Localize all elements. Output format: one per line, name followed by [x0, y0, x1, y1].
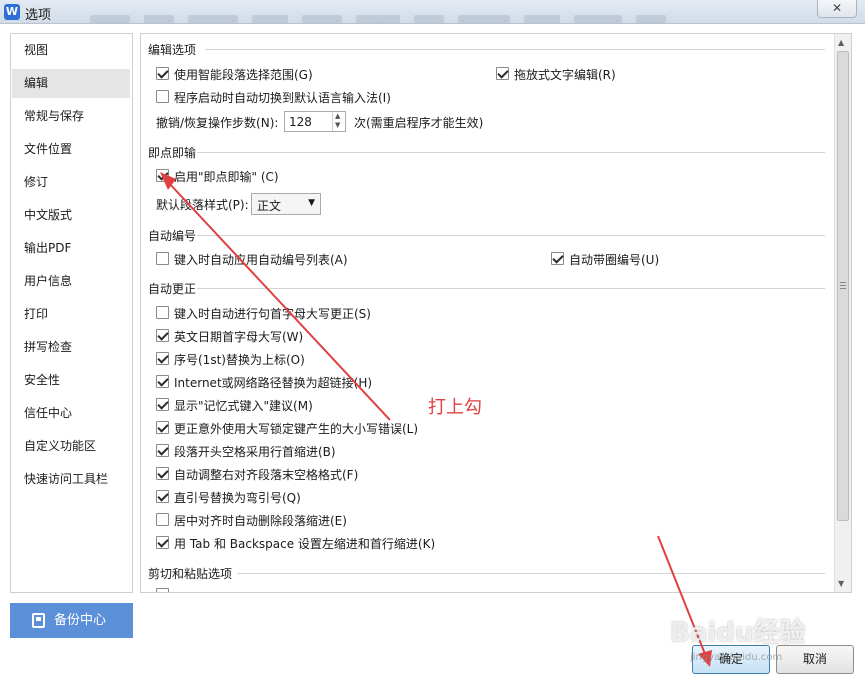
nav-item-chinese-layout[interactable]: 中文版式 — [12, 201, 130, 230]
circle-number-checkbox[interactable] — [551, 252, 564, 265]
autocorrect-checkbox-capitalize[interactable] — [156, 306, 169, 319]
autocorrect-label: 显示"记忆式键入"建议(M) — [174, 399, 313, 413]
chevron-down-icon[interactable]: ▼ — [335, 122, 340, 129]
nav-item-quick-access-toolbar[interactable]: 快速访问工具栏 — [12, 465, 130, 494]
autocorrect-label: 英文日期首字母大写(W) — [174, 330, 304, 344]
auto-ime-label: 程序启动时自动切换到默认语言输入法(I) — [174, 91, 391, 105]
section-title-click-and-type: 即点即输 — [148, 146, 197, 160]
undo-steps-label: 撤销/恢复操作步数(N): — [156, 116, 279, 130]
annotation-text: 打上勾 — [428, 397, 482, 418]
drag-drop-label: 拖放式文字编辑(R) — [514, 68, 616, 82]
nav-item-security[interactable]: 安全性 — [12, 366, 130, 395]
autocorrect-checkbox-tab[interactable] — [156, 536, 169, 549]
autocorrect-checkbox-indent[interactable] — [156, 444, 169, 457]
backup-center-label: 备份中心 — [54, 613, 107, 628]
autocorrect-label: 更正意外使用大写锁定键产生的大小写错误(L) — [174, 422, 419, 436]
title-bar: W 选项 ✕ — [0, 0, 865, 24]
grip-line — [840, 288, 846, 289]
undo-steps-suffix: 次(需重启程序才能生效) — [354, 116, 484, 130]
nav-item-export-pdf[interactable]: 输出PDF — [12, 234, 130, 263]
paste-option-checkbox[interactable] — [156, 588, 169, 592]
autocorrect-label: 自动调整右对齐段落末空格格式(F) — [174, 468, 359, 482]
edit-options-panel: 编辑选项 使用智能段落选择范围(G) 拖放式文字编辑(R) 程序启动时自动切换到… — [140, 33, 852, 593]
chevron-up-icon[interactable]: ▲ — [335, 113, 340, 120]
autocorrect-label: 居中对齐时自动删除段落缩进(E) — [174, 514, 347, 528]
nav-item-trust-center[interactable]: 信任中心 — [12, 399, 130, 428]
auto-ime-checkbox[interactable] — [156, 90, 169, 103]
undo-steps-stepper[interactable]: 128 ▲ ▼ — [284, 111, 346, 132]
nav-item-revision[interactable]: 修订 — [12, 168, 130, 197]
click-and-type-checkbox[interactable] — [156, 169, 169, 182]
autocorrect-label: 段落开头空格采用行首缩进(B) — [174, 445, 336, 459]
smart-select-label: 使用智能段落选择范围(G) — [174, 68, 313, 82]
nav-item-customize-ribbon[interactable]: 自定义功能区 — [12, 432, 130, 461]
vertical-scrollbar[interactable]: ▲ ▼ — [834, 34, 851, 592]
nav-item-general-save[interactable]: 常规与保存 — [12, 102, 130, 131]
nav-item-print[interactable]: 打印 — [12, 300, 130, 329]
section-divider — [237, 573, 825, 574]
section-title-cut-paste: 剪切和粘贴选项 — [148, 567, 233, 581]
watermark-logo: Baidu经验 — [670, 618, 806, 648]
wps-logo-icon: W — [4, 4, 20, 20]
autocorrect-checkbox-date[interactable] — [156, 329, 169, 342]
auto-list-label: 键入时自动应用自动编号列表(A) — [174, 253, 348, 267]
autocorrect-label: 直引号替换为弯引号(Q) — [174, 491, 301, 505]
autocorrect-label: 序号(1st)替换为上标(O) — [174, 353, 305, 367]
default-style-label: 默认段落样式(P): — [156, 198, 249, 212]
autocorrect-checkbox-quotes[interactable] — [156, 490, 169, 503]
close-icon: ✕ — [831, 1, 843, 15]
window-title: 选项 — [25, 8, 52, 23]
autocorrect-checkbox-ordinal[interactable] — [156, 352, 169, 365]
dropdown-arrow-icon: ▼ — [308, 198, 315, 208]
backup-center-button[interactable]: 备份中心 — [10, 603, 133, 638]
scrollbar-thumb[interactable] — [837, 51, 849, 521]
undo-steps-value: 128 — [289, 115, 312, 129]
autocorrect-checkbox-autocomplete[interactable] — [156, 398, 169, 411]
nav-item-file-location[interactable]: 文件位置 — [12, 135, 130, 164]
nav-item-user-info[interactable]: 用户信息 — [12, 267, 130, 296]
autocorrect-checkbox-capslock[interactable] — [156, 421, 169, 434]
click-and-type-label: 启用"即点即输" (C) — [174, 170, 279, 184]
autocorrect-checkbox-right-align[interactable] — [156, 467, 169, 480]
section-title-autocorrect: 自动更正 — [148, 282, 197, 296]
scroll-down-icon[interactable]: ▼ — [838, 579, 844, 588]
scroll-up-icon[interactable]: ▲ — [838, 38, 844, 47]
drag-drop-checkbox[interactable] — [496, 67, 509, 80]
section-title-edit-options: 编辑选项 — [148, 43, 197, 57]
autocorrect-label: 键入时自动进行句首字母大写更正(S) — [174, 307, 371, 321]
smart-select-checkbox[interactable] — [156, 67, 169, 80]
section-title-auto-number: 自动编号 — [148, 229, 197, 243]
options-nav: 视图 编辑 常规与保存 文件位置 修订 中文版式 输出PDF 用户信息 打印 拼… — [10, 33, 133, 593]
cancel-button[interactable]: 取消 — [776, 645, 854, 674]
default-style-value: 正文 — [257, 199, 282, 213]
autocorrect-checkbox-hyperlink[interactable] — [156, 375, 169, 388]
default-style-select[interactable]: 正文 ▼ — [251, 193, 321, 215]
auto-list-checkbox[interactable] — [156, 252, 169, 265]
section-divider — [205, 49, 825, 50]
title-bar-background — [90, 12, 790, 23]
nav-item-spell-check[interactable]: 拼写检查 — [12, 333, 130, 362]
watermark-url: jingyan.baidu.com — [690, 652, 783, 663]
backup-icon — [32, 613, 45, 628]
nav-item-view[interactable]: 视图 — [12, 36, 130, 65]
autocorrect-label: Internet或网络路径替换为超链接(H) — [174, 376, 373, 390]
circle-number-label: 自动带圈编号(U) — [569, 253, 660, 267]
grip-line — [840, 285, 846, 286]
grip-line — [840, 282, 846, 283]
stepper-buttons[interactable]: ▲ ▼ — [332, 112, 345, 131]
section-divider — [197, 288, 825, 289]
section-divider — [197, 152, 825, 153]
close-button[interactable]: ✕ — [817, 0, 857, 18]
autocorrect-checkbox-center[interactable] — [156, 513, 169, 526]
section-divider — [197, 235, 825, 236]
autocorrect-label: 用 Tab 和 Backspace 设置左缩进和首行缩进(K) — [174, 537, 436, 551]
nav-item-edit[interactable]: 编辑 — [12, 69, 130, 98]
